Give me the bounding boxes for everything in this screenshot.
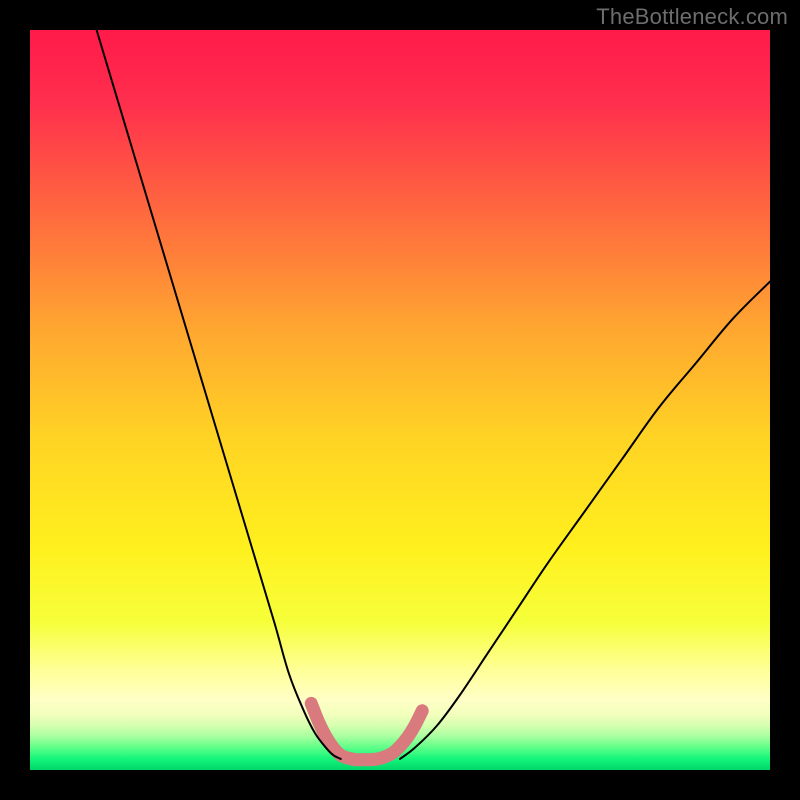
curve-layer [30, 30, 770, 770]
curve-left [97, 30, 341, 759]
watermark-text: TheBottleneck.com [596, 4, 788, 30]
curve-right [400, 282, 770, 759]
plot-area [30, 30, 770, 770]
chart-frame: TheBottleneck.com [0, 0, 800, 800]
